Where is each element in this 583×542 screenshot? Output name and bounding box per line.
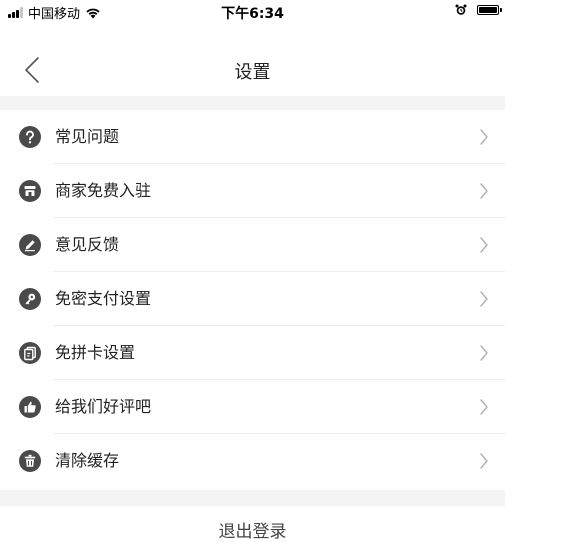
chevron-right-icon: [480, 291, 488, 307]
nav-bar: 设置: [0, 22, 505, 96]
menu-item-label: 给我们好评吧: [55, 397, 152, 416]
section-divider: [0, 96, 505, 110]
chevron-right-icon: [480, 183, 488, 199]
chevron-right-icon: [480, 453, 488, 469]
menu-item-label: 清除缓存: [55, 451, 120, 470]
chevron-right-icon: [480, 345, 488, 361]
page-title: 设置: [234, 62, 271, 83]
alarm-icon: [455, 4, 467, 15]
menu-item-label: 商家免费入驻: [55, 181, 152, 200]
settings-page: 中国移动 下午6:34 设置 常见问题 商家免费入驻 意见反馈 免密支付设置 免…: [0, 0, 505, 542]
chevron-right-icon: [480, 129, 488, 145]
edit-icon: [19, 234, 41, 256]
store-icon: [19, 180, 41, 202]
menu-item-label: 常见问题: [55, 127, 120, 146]
chevron-right-icon: [480, 399, 488, 415]
card-icon: [19, 342, 41, 364]
trash-icon: [19, 450, 41, 472]
menu-item-password-free-payment[interactable]: 免密支付设置: [0, 272, 505, 326]
status-bar: 中国移动 下午6:34: [0, 0, 505, 22]
menu-item-merchant-join[interactable]: 商家免费入驻: [0, 164, 505, 218]
menu-item-label: 意见反馈: [55, 235, 120, 254]
logout-button[interactable]: 退出登录: [0, 506, 505, 542]
menu-item-label: 免密支付设置: [55, 289, 152, 308]
menu-item-label: 免拼卡设置: [55, 343, 136, 362]
menu-item-faq[interactable]: 常见问题: [0, 110, 505, 164]
chevron-right-icon: [480, 237, 488, 253]
settings-menu: 常见问题 商家免费入驻 意见反馈 免密支付设置 免拼卡设置 给我们好评吧 清除缓…: [0, 110, 505, 490]
status-bar-right: [455, 4, 502, 16]
key-icon: [19, 288, 41, 310]
status-time: 下午6:34: [221, 6, 284, 22]
thumbs-up-icon: [19, 396, 41, 418]
battery-icon: [477, 5, 502, 15]
section-divider: [0, 490, 505, 506]
question-icon: [19, 126, 41, 148]
screen: 中国移动 下午6:34 设置 常见问题 商家免费入驻 意见反馈 免密支付设置 免…: [0, 0, 583, 542]
menu-item-clear-cache[interactable]: 清除缓存: [0, 434, 505, 488]
menu-item-rate-us[interactable]: 给我们好评吧: [0, 380, 505, 434]
menu-item-feedback[interactable]: 意见反馈: [0, 218, 505, 272]
menu-item-group-free-card[interactable]: 免拼卡设置: [0, 326, 505, 380]
